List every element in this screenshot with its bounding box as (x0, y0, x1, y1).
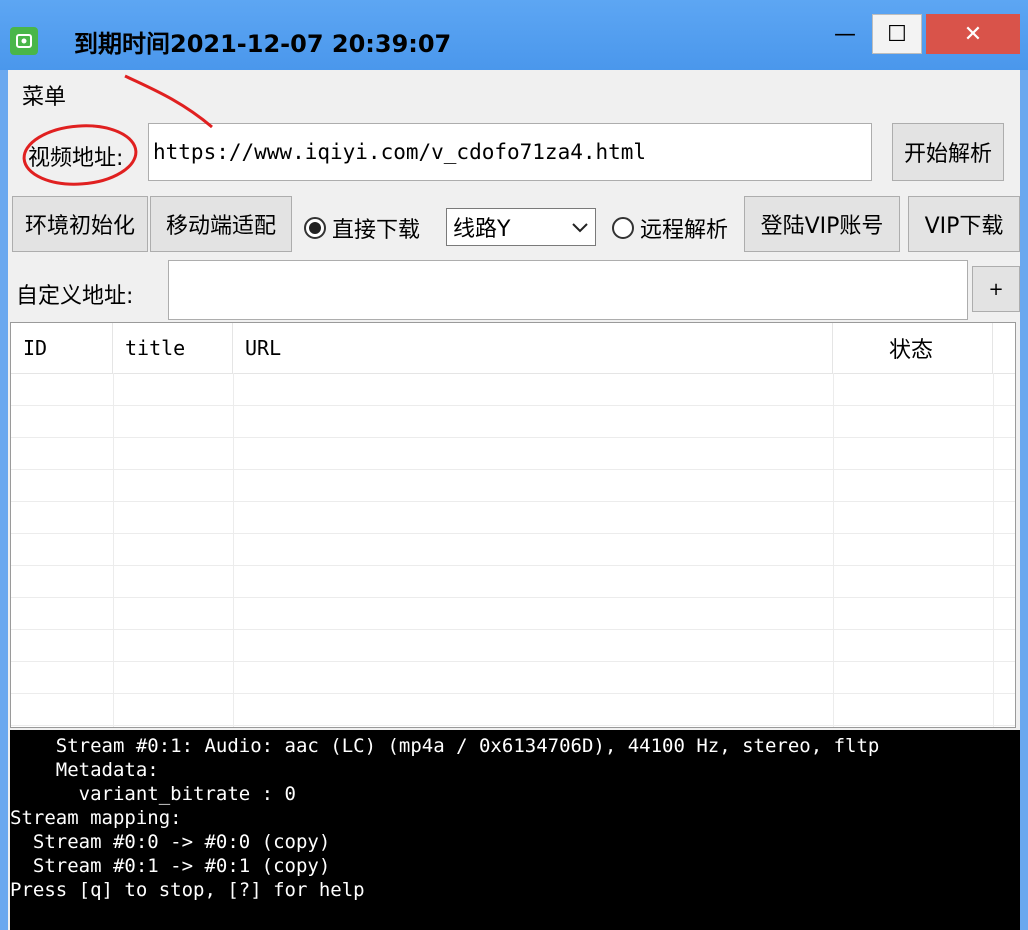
window-title: 到期时间2021-12-07 20:39:07 (74, 30, 452, 58)
mobile-adapt-button[interactable]: 移动端适配 (150, 196, 292, 252)
table-row (11, 661, 1015, 694)
col-header-url[interactable]: URL (233, 323, 833, 373)
maximize-button[interactable]: ☐ (872, 14, 922, 54)
console-line: Press [q] to stop, [?] for help (10, 879, 365, 901)
table-row (11, 437, 1015, 470)
table-row (11, 533, 1015, 566)
minimize-icon: — (834, 21, 856, 47)
add-url-button[interactable]: + (972, 266, 1020, 312)
route-select[interactable]: 线路Y (446, 208, 596, 246)
app-window: 到期时间2021-12-07 20:39:07 — ☐ ✕ 菜单 视频地址: h… (0, 0, 1028, 930)
table-row (11, 693, 1015, 726)
table-row (11, 373, 1015, 406)
radio-empty-icon (612, 217, 634, 239)
result-table[interactable]: ID title URL 状态 (10, 322, 1016, 728)
console-line: Metadata: (10, 759, 159, 781)
video-url-input[interactable]: https://www.iqiyi.com/v_cdofo71za4.html (148, 123, 872, 181)
table-row (11, 469, 1015, 502)
route-select-value: 线路Y (453, 217, 511, 242)
console-line: Stream #0:0 -> #0:0 (copy) (10, 831, 331, 853)
start-parse-button[interactable]: 开始解析 (892, 123, 1004, 181)
close-button[interactable]: ✕ (926, 14, 1020, 54)
login-vip-button[interactable]: 登陆VIP账号 (744, 196, 900, 252)
table-row (11, 405, 1015, 438)
menu-item-main[interactable]: 菜单 (22, 79, 66, 111)
console-line: Stream #0:1: Audio: aac (LC) (mp4a / 0x6… (10, 735, 880, 757)
table-row (11, 565, 1015, 598)
vip-download-button[interactable]: VIP下载 (908, 196, 1020, 252)
custom-url-input[interactable] (168, 260, 968, 320)
custom-url-label: 自定义地址: (16, 284, 134, 309)
table-row (11, 501, 1015, 534)
remote-parse-label: 远程解析 (640, 218, 729, 243)
close-icon: ✕ (963, 21, 983, 47)
app-logo-icon (10, 27, 38, 55)
env-init-button[interactable]: 环境初始化 (12, 196, 148, 252)
minimize-button[interactable]: — (820, 14, 870, 54)
col-header-title[interactable]: title (113, 323, 233, 373)
radio-selected-icon (304, 217, 326, 239)
col-header-status[interactable]: 状态 (833, 323, 993, 373)
video-url-label: 视频地址: (28, 146, 124, 171)
chevron-down-icon (565, 217, 595, 238)
direct-download-radio[interactable]: 直接下载 (304, 212, 420, 244)
table-row (11, 629, 1015, 662)
console-line: Stream #0:1 -> #0:1 (copy) (10, 855, 331, 877)
col-header-id[interactable]: ID (11, 323, 113, 373)
console-line: Stream mapping: (10, 807, 182, 829)
maximize-icon: ☐ (887, 21, 907, 47)
remote-parse-radio[interactable]: 远程解析 (612, 212, 728, 244)
table-header: ID title URL 状态 (11, 323, 1015, 374)
menu-bar: 菜单 (8, 70, 1020, 112)
table-row (11, 597, 1015, 630)
console-line: variant_bitrate : 0 (10, 783, 296, 805)
console-output: Stream #0:1: Audio: aac (LC) (mp4a / 0x6… (10, 730, 1020, 930)
direct-download-label: 直接下载 (332, 218, 421, 243)
title-bar[interactable]: 到期时间2021-12-07 20:39:07 — ☐ ✕ (0, 0, 1028, 70)
